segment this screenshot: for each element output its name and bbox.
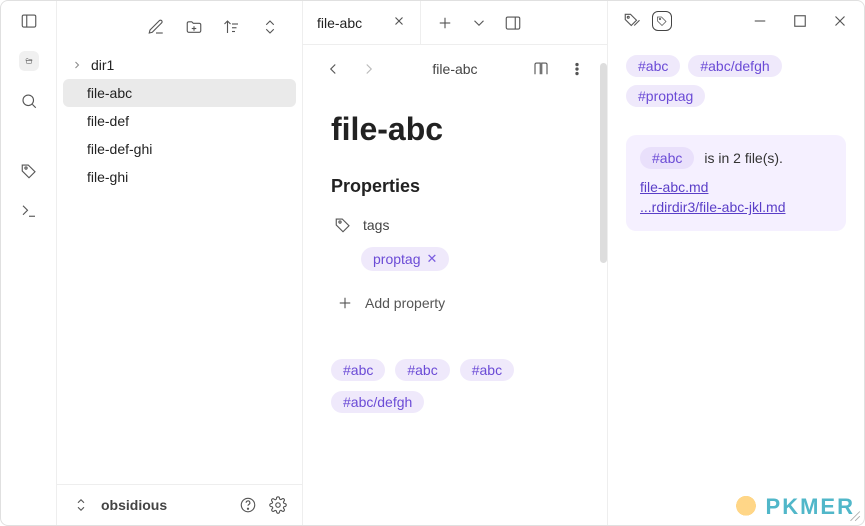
tag-details-card: #abc is in 2 file(s). file-abc.md ...rdi… — [626, 135, 846, 231]
add-property-label: Add property — [365, 295, 445, 311]
chevron-updown-icon — [71, 495, 91, 515]
tree-item-file-abc[interactable]: file-abc — [63, 79, 296, 107]
body-tags: #abc #abc #abc #abc/defgh — [331, 359, 579, 413]
tab-file-abc[interactable]: file-abc — [303, 1, 421, 44]
nav-forward-icon[interactable] — [359, 59, 379, 79]
help-icon[interactable] — [238, 495, 258, 515]
chevron-right-icon — [71, 59, 85, 71]
terminal-icon[interactable] — [19, 201, 39, 221]
file-tree: dir1 file-abc file-def file-def-ghi file… — [57, 51, 302, 484]
tag-pane-icon[interactable] — [652, 11, 672, 31]
search-icon[interactable] — [19, 91, 39, 111]
sidebar: dir1 file-abc file-def file-def-ghi file… — [57, 1, 303, 525]
vault-name: obsidious — [101, 497, 167, 513]
property-tags-row[interactable]: tags — [331, 215, 579, 235]
tree-item-label: file-ghi — [87, 169, 128, 185]
nav-back-icon[interactable] — [323, 59, 343, 79]
tree-item-file-def[interactable]: file-def — [63, 107, 296, 135]
doc-title[interactable]: file-abc — [331, 111, 579, 148]
inline-tag[interactable]: #abc/defgh — [331, 391, 424, 413]
new-tab-icon[interactable] — [435, 13, 455, 33]
collapse-icon[interactable] — [260, 17, 280, 37]
tab-close-icon[interactable] — [392, 14, 406, 31]
tree-item-label: file-def — [87, 113, 129, 129]
tab-dropdown-icon[interactable] — [469, 13, 489, 33]
inline-tag[interactable]: #abc — [331, 359, 385, 381]
tag-cloud-item[interactable]: #abc — [626, 55, 680, 77]
selected-tag-pill[interactable]: #abc — [640, 147, 694, 169]
tree-item-file-def-ghi[interactable]: file-def-ghi — [63, 135, 296, 163]
tree-item-file-ghi[interactable]: file-ghi — [63, 163, 296, 191]
breadcrumb-bar: file-abc — [303, 45, 607, 93]
tab-bar: file-abc — [303, 1, 607, 45]
reading-mode-icon[interactable] — [531, 59, 551, 79]
plus-icon — [335, 293, 355, 313]
tag-cloud-item[interactable]: #proptag — [626, 85, 705, 107]
resize-handle[interactable] — [847, 508, 861, 522]
vault-switcher[interactable]: obsidious — [57, 484, 302, 525]
more-icon[interactable] — [567, 59, 587, 79]
document: file-abc Properties tags proptag ✕ Add p… — [303, 93, 607, 525]
tag-text: proptag — [373, 251, 420, 267]
new-note-icon[interactable] — [146, 17, 166, 37]
inline-tag[interactable]: #abc — [395, 359, 449, 381]
tree-item-dir1[interactable]: dir1 — [63, 51, 296, 79]
inline-tag[interactable]: #abc — [460, 359, 514, 381]
tags-icon — [333, 215, 353, 235]
folder-open-icon[interactable] — [19, 51, 39, 71]
tag-pill-proptag[interactable]: proptag ✕ — [361, 247, 449, 271]
tree-item-label: file-abc — [87, 85, 132, 101]
tag-icon[interactable] — [19, 161, 39, 181]
left-rail — [1, 1, 57, 525]
panel-left-icon[interactable] — [19, 11, 39, 31]
right-tab-bar — [608, 1, 864, 41]
property-key: tags — [363, 217, 389, 233]
tag-cloud-item[interactable]: #abc/defgh — [688, 55, 781, 77]
new-folder-icon[interactable] — [184, 17, 204, 37]
remove-tag-icon[interactable]: ✕ — [426, 251, 437, 267]
tree-item-label: file-def-ghi — [87, 141, 152, 157]
tag-file-link[interactable]: file-abc.md — [640, 179, 832, 195]
properties-heading: Properties — [331, 176, 579, 197]
breadcrumb[interactable]: file-abc — [395, 61, 515, 77]
property-tag-values: proptag ✕ — [361, 247, 579, 271]
tag-cloud: #abc #abc/defgh #proptag — [626, 55, 846, 107]
panel-right-icon[interactable] — [503, 13, 523, 33]
tab-title: file-abc — [317, 15, 362, 31]
tag-file-link[interactable]: ...rdirdir3/file-abc-jkl.md — [640, 199, 832, 215]
sidebar-toolbar — [57, 1, 302, 51]
add-property-button[interactable]: Add property — [331, 285, 579, 337]
minimize-icon[interactable] — [750, 11, 770, 31]
sort-icon[interactable] — [222, 17, 242, 37]
maximize-icon[interactable] — [790, 11, 810, 31]
settings-icon[interactable] — [268, 495, 288, 515]
right-pane: #abc #abc/defgh #proptag #abc is in 2 fi… — [608, 1, 864, 525]
all-tags-icon[interactable] — [622, 11, 642, 31]
main-pane: file-abc file-abc file-abc Properties ta… — [303, 1, 608, 525]
tag-file-count: is in 2 file(s). — [704, 150, 783, 166]
tree-item-label: dir1 — [91, 57, 114, 73]
close-window-icon[interactable] — [830, 11, 850, 31]
